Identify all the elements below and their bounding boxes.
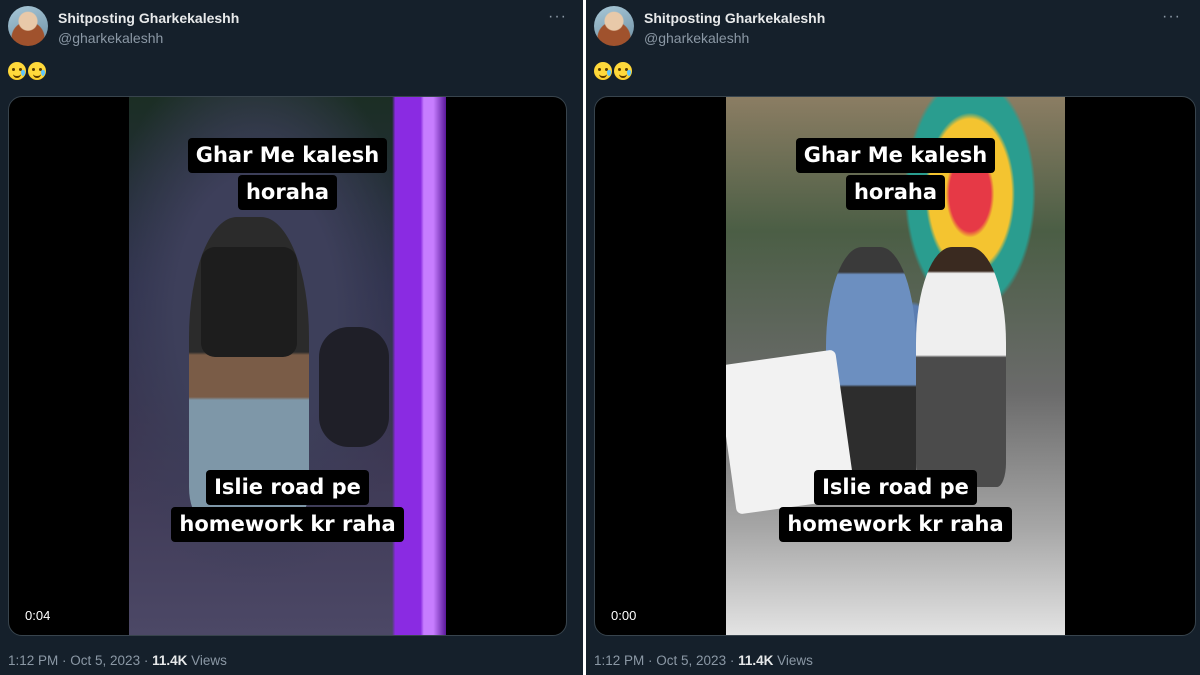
caption-line: horaha bbox=[237, 175, 338, 210]
views-label: Views bbox=[187, 653, 227, 668]
caption-layer: Ghar Me kalesh horaha Islie road pe home… bbox=[129, 97, 446, 635]
author-handle[interactable]: @gharkekaleshh bbox=[644, 30, 749, 46]
drooling-face-emoji bbox=[28, 62, 46, 80]
author-handle[interactable]: @gharkekaleshh bbox=[58, 30, 163, 46]
views-label: Views bbox=[773, 653, 813, 668]
tweet-date[interactable]: Oct 5, 2023 bbox=[70, 653, 140, 668]
caption-line: horaha bbox=[845, 175, 946, 210]
caption-bottom: Islie road pe homework kr raha bbox=[726, 469, 1065, 543]
author-name[interactable]: Shitposting Gharkekaleshh bbox=[58, 10, 239, 26]
caption-line: homework kr raha bbox=[171, 507, 404, 542]
drooling-face-emoji bbox=[614, 62, 632, 80]
separator: · bbox=[726, 653, 739, 668]
caption-top: Ghar Me kalesh horaha bbox=[129, 137, 446, 211]
author-name[interactable]: Shitposting Gharkekaleshh bbox=[644, 10, 825, 26]
caption-line: Ghar Me kalesh bbox=[187, 138, 388, 173]
separator: · bbox=[58, 653, 71, 668]
tweet-text bbox=[594, 62, 632, 80]
caption-line: Ghar Me kalesh bbox=[795, 138, 996, 173]
caption-bottom: Islie road pe homework kr raha bbox=[129, 469, 446, 543]
separator: · bbox=[140, 653, 153, 668]
caption-layer: Ghar Me kalesh horaha Islie road pe home… bbox=[726, 97, 1065, 635]
drooling-face-emoji bbox=[594, 62, 612, 80]
drooling-face-emoji bbox=[8, 62, 26, 80]
video-timestamp: 0:04 bbox=[25, 608, 51, 623]
views-count[interactable]: 11.4K bbox=[738, 653, 773, 668]
tweet-card-right[interactable]: Shitposting Gharkekaleshh @gharkekaleshh… bbox=[586, 0, 1200, 675]
tweet-card-left[interactable]: Shitposting Gharkekaleshh @gharkekaleshh… bbox=[0, 0, 586, 675]
avatar[interactable] bbox=[594, 6, 634, 46]
tweet-time[interactable]: 1:12 PM bbox=[594, 653, 644, 668]
tweet-time[interactable]: 1:12 PM bbox=[8, 653, 58, 668]
separator: · bbox=[644, 653, 657, 668]
caption-top: Ghar Me kalesh horaha bbox=[726, 137, 1065, 211]
tweet-date[interactable]: Oct 5, 2023 bbox=[656, 653, 726, 668]
video-player[interactable]: Ghar Me kalesh horaha Islie road pe home… bbox=[594, 96, 1196, 636]
tweet-meta: 1:12 PM · Oct 5, 2023 · 11.4K Views bbox=[8, 653, 227, 668]
avatar[interactable] bbox=[8, 6, 48, 46]
caption-line: homework kr raha bbox=[779, 507, 1012, 542]
caption-line: Islie road pe bbox=[206, 470, 369, 505]
tweet-meta: 1:12 PM · Oct 5, 2023 · 11.4K Views bbox=[594, 653, 813, 668]
video-timestamp: 0:00 bbox=[611, 608, 637, 623]
video-player[interactable]: Ghar Me kalesh horaha Islie road pe home… bbox=[8, 96, 567, 636]
views-count[interactable]: 11.4K bbox=[152, 653, 187, 668]
more-options-icon[interactable]: ··· bbox=[1162, 8, 1181, 26]
tweet-text bbox=[8, 62, 46, 80]
caption-line: Islie road pe bbox=[814, 470, 977, 505]
more-options-icon[interactable]: ··· bbox=[548, 8, 567, 26]
